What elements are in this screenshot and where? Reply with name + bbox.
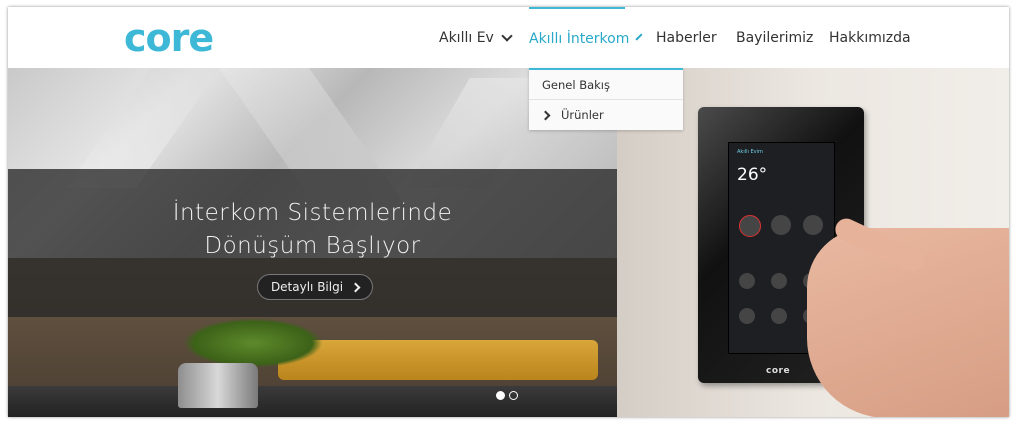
chair-image	[278, 340, 598, 380]
app-icon	[739, 308, 755, 324]
dropdown-item-genel-bakis[interactable]: Genel Bakış	[529, 70, 683, 100]
pot-image	[178, 363, 258, 408]
headline-line: İnterkom Sistemlerinde	[172, 200, 453, 226]
table-image	[8, 386, 617, 417]
dropdown-label: Ürünler	[561, 108, 604, 122]
nav-item-akilli-interkom[interactable]: Akıllı İnterkom	[529, 7, 643, 68]
nav-label: Haberler	[656, 29, 717, 46]
headline-line: Dönüşüm Başlıyor	[204, 233, 421, 259]
home-icon	[771, 215, 791, 235]
screen-title: Akıllı Evim	[737, 149, 763, 155]
chevron-down-icon	[501, 29, 513, 42]
screen-temperature: 26°	[737, 165, 768, 185]
hero-headline: İnterkom Sistemlerinde Dönüşüm Başlıyor	[8, 197, 617, 263]
dropdown-item-urunler[interactable]: Ürünler	[529, 100, 683, 130]
hero-slider: Akıllı Evim 26° core İnterkom Sistemleri…	[8, 68, 1009, 417]
dropdown-label: Genel Bakış	[542, 77, 610, 92]
app-icon	[739, 273, 755, 289]
core-logo[interactable]: core	[124, 20, 240, 56]
nav-item-akilli-ev[interactable]: Akıllı Ev	[439, 7, 513, 68]
slide-dot-1[interactable]	[496, 391, 505, 400]
site-header: core Akıllı Ev Akıllı İnterkom Haberler …	[8, 7, 1009, 68]
nav-item-bayilerimiz[interactable]: Bayilerimiz	[736, 7, 813, 68]
button-label: Detaylı Bilgi	[270, 280, 344, 294]
chevron-right-icon	[350, 282, 361, 292]
lock-icon	[739, 215, 761, 237]
chevron-right-icon	[540, 110, 551, 120]
nav-label: Akıllı Ev	[439, 29, 494, 46]
nav-item-hakkimizda[interactable]: Hakkımızda	[829, 7, 911, 68]
nav-label: Bayilerimiz	[736, 29, 814, 46]
chevron-down-icon	[635, 32, 643, 41]
slide-dot-2[interactable]	[509, 391, 518, 400]
detayli-bilgi-button[interactable]: Detaylı Bilgi	[257, 274, 373, 300]
nav-item-haberler[interactable]: Haberler	[656, 7, 717, 68]
nav-label: Akıllı İnterkom	[529, 30, 630, 47]
app-icon	[771, 308, 787, 324]
browser-viewport: core Akıllı Ev Akıllı İnterkom Haberler …	[8, 7, 1009, 417]
hero-caption-box: İnterkom Sistemlerinde Dönüşüm Başlıyor …	[8, 169, 617, 317]
app-icon	[771, 273, 787, 289]
home-icon	[803, 215, 823, 235]
slider-pagination	[496, 391, 518, 400]
interkom-dropdown-menu: Genel Bakış Ürünler	[529, 68, 683, 130]
svg-text:core: core	[124, 20, 213, 56]
plant-image	[183, 318, 323, 368]
device-logo: core	[766, 366, 791, 376]
nav-label: Hakkımızda	[829, 29, 911, 46]
